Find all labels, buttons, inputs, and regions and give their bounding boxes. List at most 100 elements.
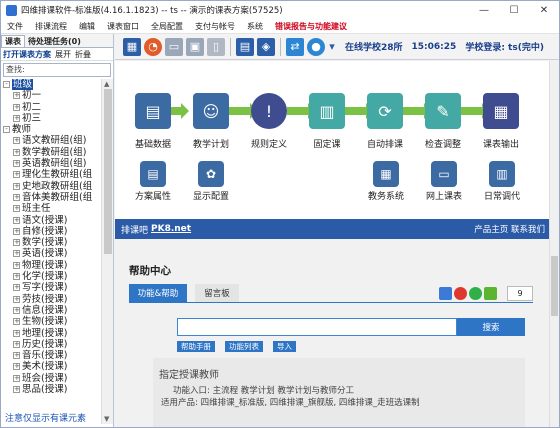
tree-node[interactable]: + 信息(授课) (1, 305, 101, 316)
maximize-button[interactable]: ☐ (499, 1, 529, 19)
online-schedule-button[interactable]: ▭ (431, 161, 457, 187)
tree-node[interactable]: - 班级 (1, 79, 101, 90)
expand-icon[interactable]: + (13, 295, 20, 303)
menu-file[interactable]: 文件 (1, 21, 29, 32)
expand-icon[interactable]: + (13, 284, 20, 292)
scroll-down-icon[interactable]: ▼ (104, 415, 109, 423)
content-scrollbar[interactable] (549, 61, 559, 427)
tree-node[interactable]: + 思品(授课) (1, 384, 101, 395)
daily-substitute-button[interactable]: ▥ (489, 161, 515, 187)
expand-icon[interactable]: + (13, 250, 20, 258)
help-search-button[interactable]: 搜索 (457, 318, 525, 336)
expand-icon[interactable]: + (13, 306, 20, 314)
tree-node[interactable]: + 数学教研组(组) (1, 147, 101, 158)
schedule-output-button[interactable]: ▦ (483, 93, 519, 129)
expand-icon[interactable]: + (13, 103, 20, 111)
minimize-button[interactable]: — (469, 1, 499, 19)
auto-schedule-button[interactable]: ⟳ (367, 93, 403, 129)
scroll-up-icon[interactable]: ▲ (104, 80, 109, 88)
expand-icon[interactable]: + (13, 227, 20, 235)
collapse-icon[interactable]: - (3, 126, 10, 134)
expand-icon[interactable]: + (13, 239, 20, 247)
expand-icon[interactable]: + (13, 160, 20, 168)
expand-icon[interactable]: + (13, 273, 20, 281)
expand-icon[interactable]: + (13, 205, 20, 213)
menu-flow[interactable]: 排课流程 (29, 21, 73, 32)
expand-icon[interactable]: + (13, 216, 20, 224)
tree-node[interactable]: + 英语(授课) (1, 248, 101, 259)
tree-node[interactable]: + 音体美教研组(组 (1, 192, 101, 203)
display-config-button[interactable]: ✿ (198, 161, 224, 187)
user-icon[interactable]: ● (307, 37, 325, 56)
check-adjust-button[interactable]: ✎ (425, 93, 461, 129)
tree-node[interactable]: + 地理(授课) (1, 328, 101, 339)
expand-icon[interactable]: + (13, 148, 20, 156)
tab-help[interactable]: 功能&帮助 (129, 284, 187, 302)
expand-icon[interactable]: + (13, 114, 20, 122)
document-icon[interactable]: ▯ (207, 37, 225, 56)
tree-node[interactable]: + 音乐(授课) (1, 350, 101, 361)
scroll-thumb[interactable] (104, 89, 112, 254)
fixed-lesson-button[interactable]: ▥ (309, 93, 345, 129)
tree-node[interactable]: + 班会(授课) (1, 373, 101, 384)
tree-node[interactable]: + 劳技(授课) (1, 294, 101, 305)
expand-button[interactable]: 展开 (55, 49, 71, 60)
academic-system-button[interactable]: ▦ (373, 161, 399, 187)
plus-icon[interactable] (484, 287, 497, 300)
refresh-icon[interactable]: ⇄ (286, 37, 304, 56)
tab-message-board[interactable]: 留言板 (195, 284, 239, 302)
tree-node[interactable]: + 初二 (1, 102, 101, 113)
folder-icon[interactable]: ▭ (165, 37, 183, 56)
tree-node[interactable]: + 史地政教研组(组 (1, 181, 101, 192)
tree-node[interactable]: + 英语教研组(组) (1, 158, 101, 169)
close-button[interactable]: ✕ (529, 1, 559, 19)
open-plan-button[interactable]: 打开课表方案 (3, 49, 51, 60)
expand-icon[interactable]: + (13, 318, 20, 326)
grid-icon[interactable]: ▦ (123, 37, 141, 56)
wechat-icon[interactable] (469, 287, 482, 300)
layers-icon[interactable]: ◈ (257, 37, 275, 56)
save-icon[interactable]: ▣ (186, 37, 204, 56)
tree-scrollbar[interactable]: ▲ ▼ (101, 79, 113, 424)
menu-global-config[interactable]: 全局配置 (145, 21, 189, 32)
pk8-link[interactable]: PK8.net (151, 224, 191, 234)
menu-bug-report[interactable]: 错误报告与功能建议 (269, 21, 353, 32)
weibo-icon[interactable] (454, 287, 467, 300)
tree-node[interactable]: + 理化生教研组(组 (1, 169, 101, 180)
rules-button[interactable]: ! (251, 93, 287, 129)
plan-properties-button[interactable]: ▤ (140, 161, 166, 187)
table-icon[interactable]: ▤ (236, 37, 254, 56)
article-title[interactable]: 指定授课教师 (159, 366, 219, 381)
tree-node[interactable]: + 数学(授课) (1, 237, 101, 248)
tree-node[interactable]: + 生物(授课) (1, 316, 101, 327)
login-status[interactable]: 学校登录: ts(完中) (465, 40, 544, 53)
chevron-down-icon[interactable]: ▾ (328, 38, 336, 56)
menu-window[interactable]: 课表窗口 (101, 21, 145, 32)
star-icon[interactable] (439, 287, 452, 300)
help-search-input[interactable] (177, 318, 457, 336)
tree-node[interactable]: + 初三 (1, 113, 101, 124)
menu-payment[interactable]: 支付与帐号 (189, 21, 241, 32)
tree-node[interactable]: + 写字(授课) (1, 282, 101, 293)
chart-icon[interactable]: ◔ (144, 37, 162, 56)
menu-edit[interactable]: 编辑 (73, 21, 101, 32)
expand-icon[interactable]: + (13, 340, 20, 348)
basic-data-button[interactable]: ▤ (135, 93, 171, 129)
tree-node[interactable]: + 班主任 (1, 203, 101, 214)
expand-icon[interactable]: + (13, 171, 20, 179)
tree-node[interactable]: + 语文教研组(组) (1, 135, 101, 146)
tree-node[interactable]: + 物理(授课) (1, 260, 101, 271)
expand-icon[interactable]: + (13, 374, 20, 382)
expand-icon[interactable]: + (13, 261, 20, 269)
import-button[interactable]: 导入 (273, 341, 296, 352)
tree-node[interactable]: + 初一 (1, 90, 101, 101)
expand-icon[interactable]: + (13, 182, 20, 190)
tree-node[interactable]: + 语文(授课) (1, 215, 101, 226)
tree-search-input[interactable]: 查找: (3, 63, 111, 77)
menu-system[interactable]: 系统 (241, 21, 269, 32)
collapse-icon[interactable]: - (3, 81, 10, 88)
banner-right-links[interactable]: 产品主页 联系我们 (474, 223, 545, 235)
tree-node[interactable]: + 自修(授课) (1, 226, 101, 237)
tree-node[interactable]: + 历史(授课) (1, 339, 101, 350)
tree-node[interactable]: + 化学(授课) (1, 271, 101, 282)
